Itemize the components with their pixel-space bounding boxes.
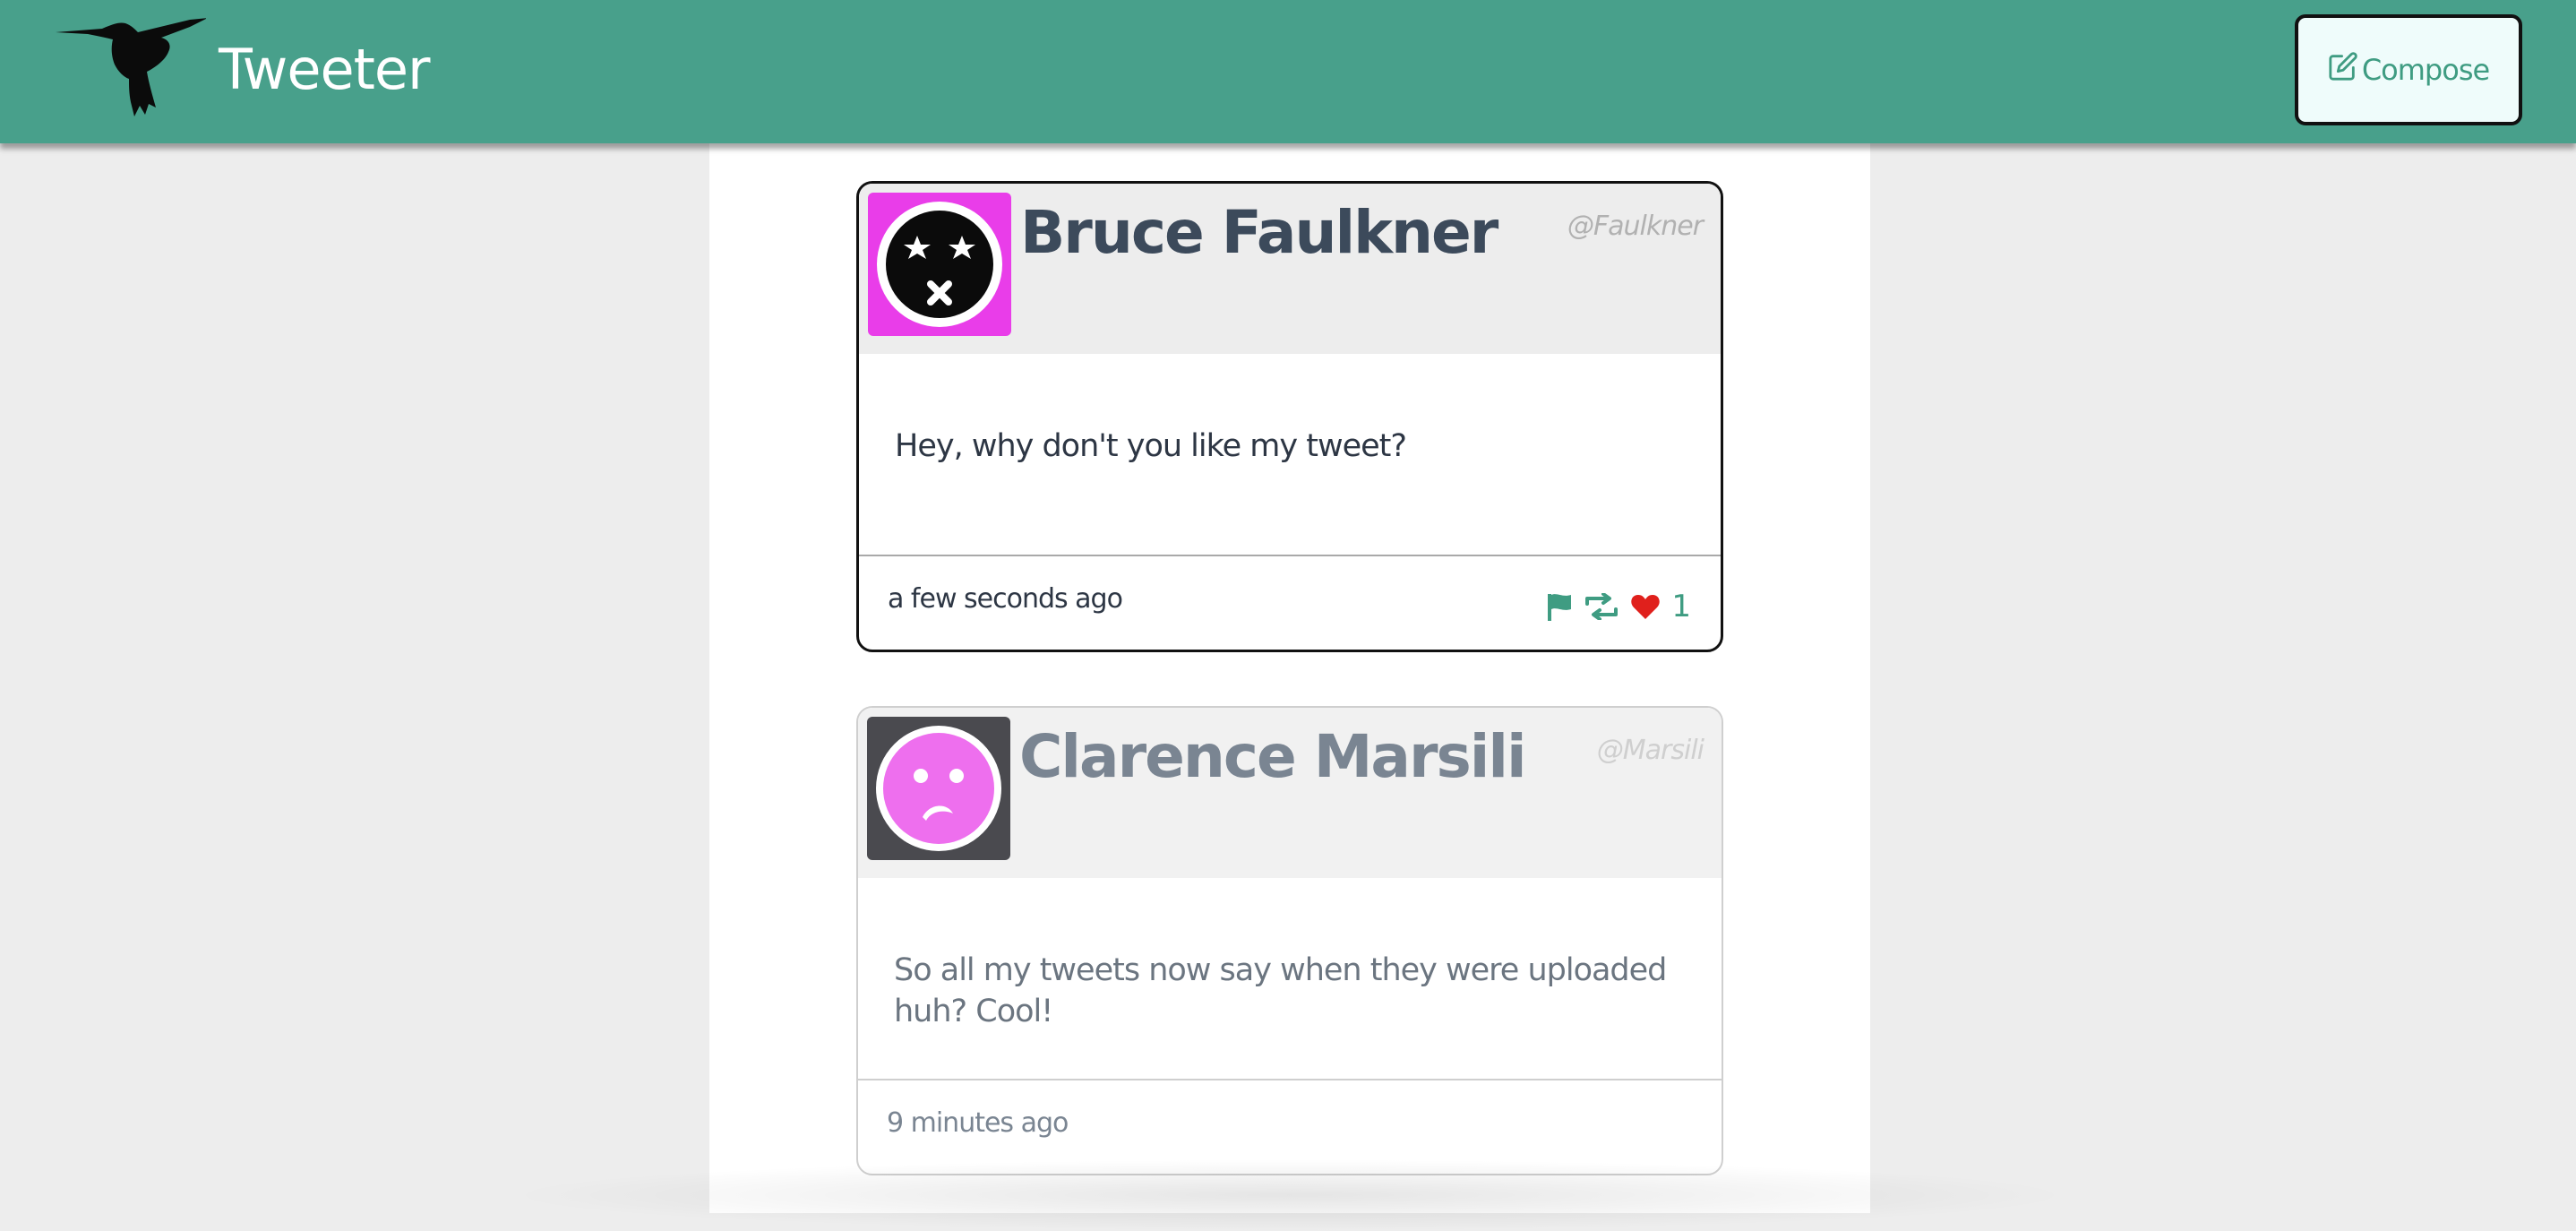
tweet-timestamp: 9 minutes ago [887,1107,1069,1139]
tweet-text: So all my tweets now say when they were … [858,878,1722,1080]
tweet-author-handle: @Faulkner [1567,211,1704,242]
tweet-author-name: Clarence Marsili [1019,722,1527,791]
tweet-actions: 1 [1546,589,1691,624]
tweet-card: Bruce Faulkner @Faulkner Hey, why don't … [856,181,1723,652]
tweet-header: Bruce Faulkner @Faulkner [859,184,1721,354]
tweet-timestamp: a few seconds ago [888,583,1123,615]
avatar [868,193,1011,336]
retweet-icon[interactable] [1584,593,1619,620]
dizzy-face-icon [868,202,1011,336]
tweet-card: Clarence Marsili @Marsili So all my twee… [856,706,1723,1175]
flag-icon[interactable] [1546,592,1573,621]
like-count: 1 [1671,589,1691,624]
compose-button[interactable]: Compose [2295,14,2522,125]
edit-icon [2328,51,2362,89]
frown-face-icon [867,726,1010,860]
top-navbar: Tweeter Compose [0,0,2576,143]
tweet-author-handle: @Marsili [1596,735,1704,766]
tweet-feed-container: Bruce Faulkner @Faulkner Hey, why don't … [709,143,1870,1213]
tweet-text: Hey, why don't you like my tweet? [859,354,1721,556]
app-brand[interactable]: Tweeter [219,34,431,106]
tweet-footer: a few seconds ago 1 [859,556,1721,650]
avatar [867,717,1010,860]
compose-label: Compose [2361,53,2490,87]
hummingbird-icon[interactable] [56,14,208,118]
tweet-footer: 9 minutes ago [858,1080,1722,1174]
tweet-header: Clarence Marsili @Marsili [858,708,1722,878]
tweet-author-name: Bruce Faulkner [1020,198,1498,267]
heart-icon[interactable] [1630,593,1661,620]
